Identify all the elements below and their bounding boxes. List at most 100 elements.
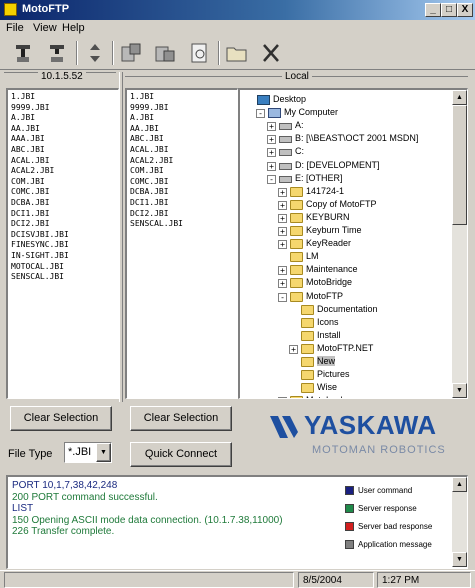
file-list-item[interactable]: AAA.JBI (11, 134, 115, 145)
tree-node[interactable]: - E: [OTHER] (242, 173, 452, 186)
tree-node[interactable]: + D: [DEVELOPMENT] (242, 160, 452, 173)
menu-help[interactable]: Help (62, 22, 85, 34)
tree-node[interactable]: Wise (242, 382, 452, 395)
tree-scrollbar[interactable]: ▲ ▼ (452, 90, 467, 398)
file-list-item[interactable]: SENSCAL.JBI (11, 272, 115, 283)
tree-node[interactable]: Icons (242, 317, 452, 330)
open-folder-icon[interactable] (222, 39, 252, 67)
file-list-item[interactable]: FINESYNC.JBI (11, 240, 115, 251)
upload-icon[interactable] (116, 39, 146, 67)
menu-file[interactable]: File (6, 22, 24, 34)
tree-node[interactable]: + KEYBURN (242, 212, 452, 225)
expand-icon[interactable]: + (267, 135, 276, 145)
tree-node[interactable]: + MotoFTP.NET (242, 343, 452, 356)
menu-view[interactable]: View (33, 22, 57, 34)
tree-node[interactable]: + A: (242, 120, 452, 133)
connect-icon[interactable] (8, 39, 38, 67)
tree-node[interactable]: + MotoLock (242, 395, 452, 398)
minimize-button[interactable]: _ (425, 3, 441, 17)
expand-icon[interactable]: + (278, 227, 287, 236)
scroll-thumb[interactable] (452, 105, 467, 225)
file-list-item[interactable]: ACAL.JBI (11, 156, 115, 167)
file-list-item[interactable]: COMC.JBI (11, 187, 115, 198)
download-icon[interactable] (150, 39, 180, 67)
quick-connect-button[interactable]: Quick Connect (130, 442, 232, 467)
tree-node[interactable]: Pictures (242, 369, 452, 382)
file-list-item[interactable]: IN-SIGHT.JBI (11, 251, 115, 262)
file-list-item[interactable]: DCI1.JBI (11, 209, 115, 220)
disconnect-icon[interactable] (42, 39, 72, 67)
expand-icon[interactable]: + (278, 187, 287, 197)
file-list-item[interactable]: ABC.JBI (11, 145, 115, 156)
file-list-item[interactable]: 1.JBI (11, 92, 115, 103)
file-list-item[interactable]: COM.JBI (130, 166, 234, 177)
chevron-down-icon[interactable]: ▼ (96, 443, 111, 462)
file-list-item[interactable]: 9999.JBI (130, 103, 234, 114)
expand-icon[interactable]: + (267, 148, 276, 158)
local-folder-tree[interactable]: Desktop - My Computer + A: + B: [\\BEAST\OCT 2… (238, 88, 468, 399)
file-list-item[interactable]: 1.JBI (130, 92, 234, 103)
clear-remote-selection-button[interactable]: Clear Selection (10, 406, 112, 431)
expand-icon[interactable]: + (278, 279, 287, 289)
file-list-item[interactable]: MOTOCAL.JBI (11, 262, 115, 273)
tree-node[interactable]: + Maintenance (242, 264, 452, 277)
tree-node[interactable]: Documentation (242, 304, 452, 317)
tree-node[interactable]: Install (242, 330, 452, 343)
expand-icon[interactable]: + (278, 266, 287, 276)
delete-icon[interactable] (256, 39, 286, 67)
expand-icon[interactable]: + (278, 240, 287, 250)
file-list-item[interactable]: DCISVJBI.JBI (11, 230, 115, 241)
expand-icon[interactable]: + (267, 122, 276, 132)
file-list-item[interactable]: A.JBI (130, 113, 234, 124)
tree-node[interactable]: + KeyReader (242, 238, 452, 251)
log-scroll-down-button[interactable]: ▼ (452, 552, 467, 567)
expand-icon[interactable]: + (278, 397, 287, 398)
collapse-icon[interactable]: - (267, 174, 276, 184)
file-list-item[interactable]: SENSCAL.JBI (130, 219, 234, 230)
tree-node[interactable]: - My Computer (242, 107, 452, 120)
file-list-item[interactable]: A.JBI (11, 113, 115, 124)
file-list-item[interactable]: DCI2.JBI (11, 219, 115, 230)
file-list-item[interactable]: AA.JBI (130, 124, 234, 135)
tree-node[interactable]: LM (242, 251, 452, 264)
tree-node[interactable]: Desktop (242, 94, 452, 107)
file-list-item[interactable]: DCI2.JBI (130, 209, 234, 220)
tree-node[interactable]: + Copy of MotoFTP (242, 199, 452, 212)
file-list-item[interactable]: ACAL2.JBI (130, 156, 234, 167)
file-list-item[interactable]: DCBA.JBI (130, 187, 234, 198)
file-list-item[interactable]: DCI1.JBI (130, 198, 234, 209)
file-type-select[interactable]: *.JBI ▼ (64, 442, 112, 463)
collapse-icon[interactable]: - (256, 109, 265, 119)
expand-icon[interactable]: + (267, 161, 276, 171)
title-bar[interactable]: MotoFTP _ □ X (0, 0, 475, 20)
file-list-item[interactable]: ABC.JBI (130, 134, 234, 145)
file-list-item[interactable]: DCBA.JBI (11, 198, 115, 209)
splitter-handle[interactable] (119, 72, 123, 402)
file-list-item[interactable]: ACAL.JBI (130, 145, 234, 156)
tree-node[interactable]: +141724-1 (242, 186, 452, 199)
collapse-icon[interactable]: - (278, 292, 287, 302)
local-file-list[interactable]: 1.JBI 9999.JBI A.JBI AA.JBI ABC.JBI ACAL.JBI A… (125, 88, 238, 399)
close-button[interactable]: X (457, 3, 473, 17)
file-list-item[interactable]: COM.JBI (11, 177, 115, 188)
scroll-up-button[interactable]: ▲ (452, 90, 467, 105)
file-list-item[interactable]: 9999.JBI (11, 103, 115, 114)
remote-file-list[interactable]: 1.JBI 9999.JBI A.JBI AA.JBI AAA.JBI ABC.JBI AC… (6, 88, 119, 399)
maximize-button[interactable]: □ (441, 3, 457, 17)
tree-node[interactable]: New (242, 356, 452, 369)
tree-node[interactable]: + Keyburn Time (242, 225, 452, 238)
clear-local-selection-button[interactable]: Clear Selection (130, 406, 232, 431)
tree-node[interactable]: - MotoFTP (242, 291, 452, 304)
tree-node[interactable]: + C: (242, 146, 452, 159)
log-scrollbar[interactable]: ▲ ▼ (452, 477, 467, 567)
log-scroll-up-button[interactable]: ▲ (452, 477, 467, 492)
file-list-item[interactable]: COMC.JBI (130, 177, 234, 188)
scroll-down-button[interactable]: ▼ (452, 383, 467, 398)
expand-icon[interactable]: + (278, 200, 287, 210)
tree-node[interactable]: + MotoBridge (242, 277, 452, 290)
file-list-item[interactable]: ACAL2.JBI (11, 166, 115, 177)
file-list-item[interactable]: AA.JBI (11, 124, 115, 135)
transfer-icon[interactable] (80, 39, 110, 67)
expand-icon[interactable]: + (289, 344, 298, 354)
view-file-icon[interactable] (184, 39, 214, 67)
